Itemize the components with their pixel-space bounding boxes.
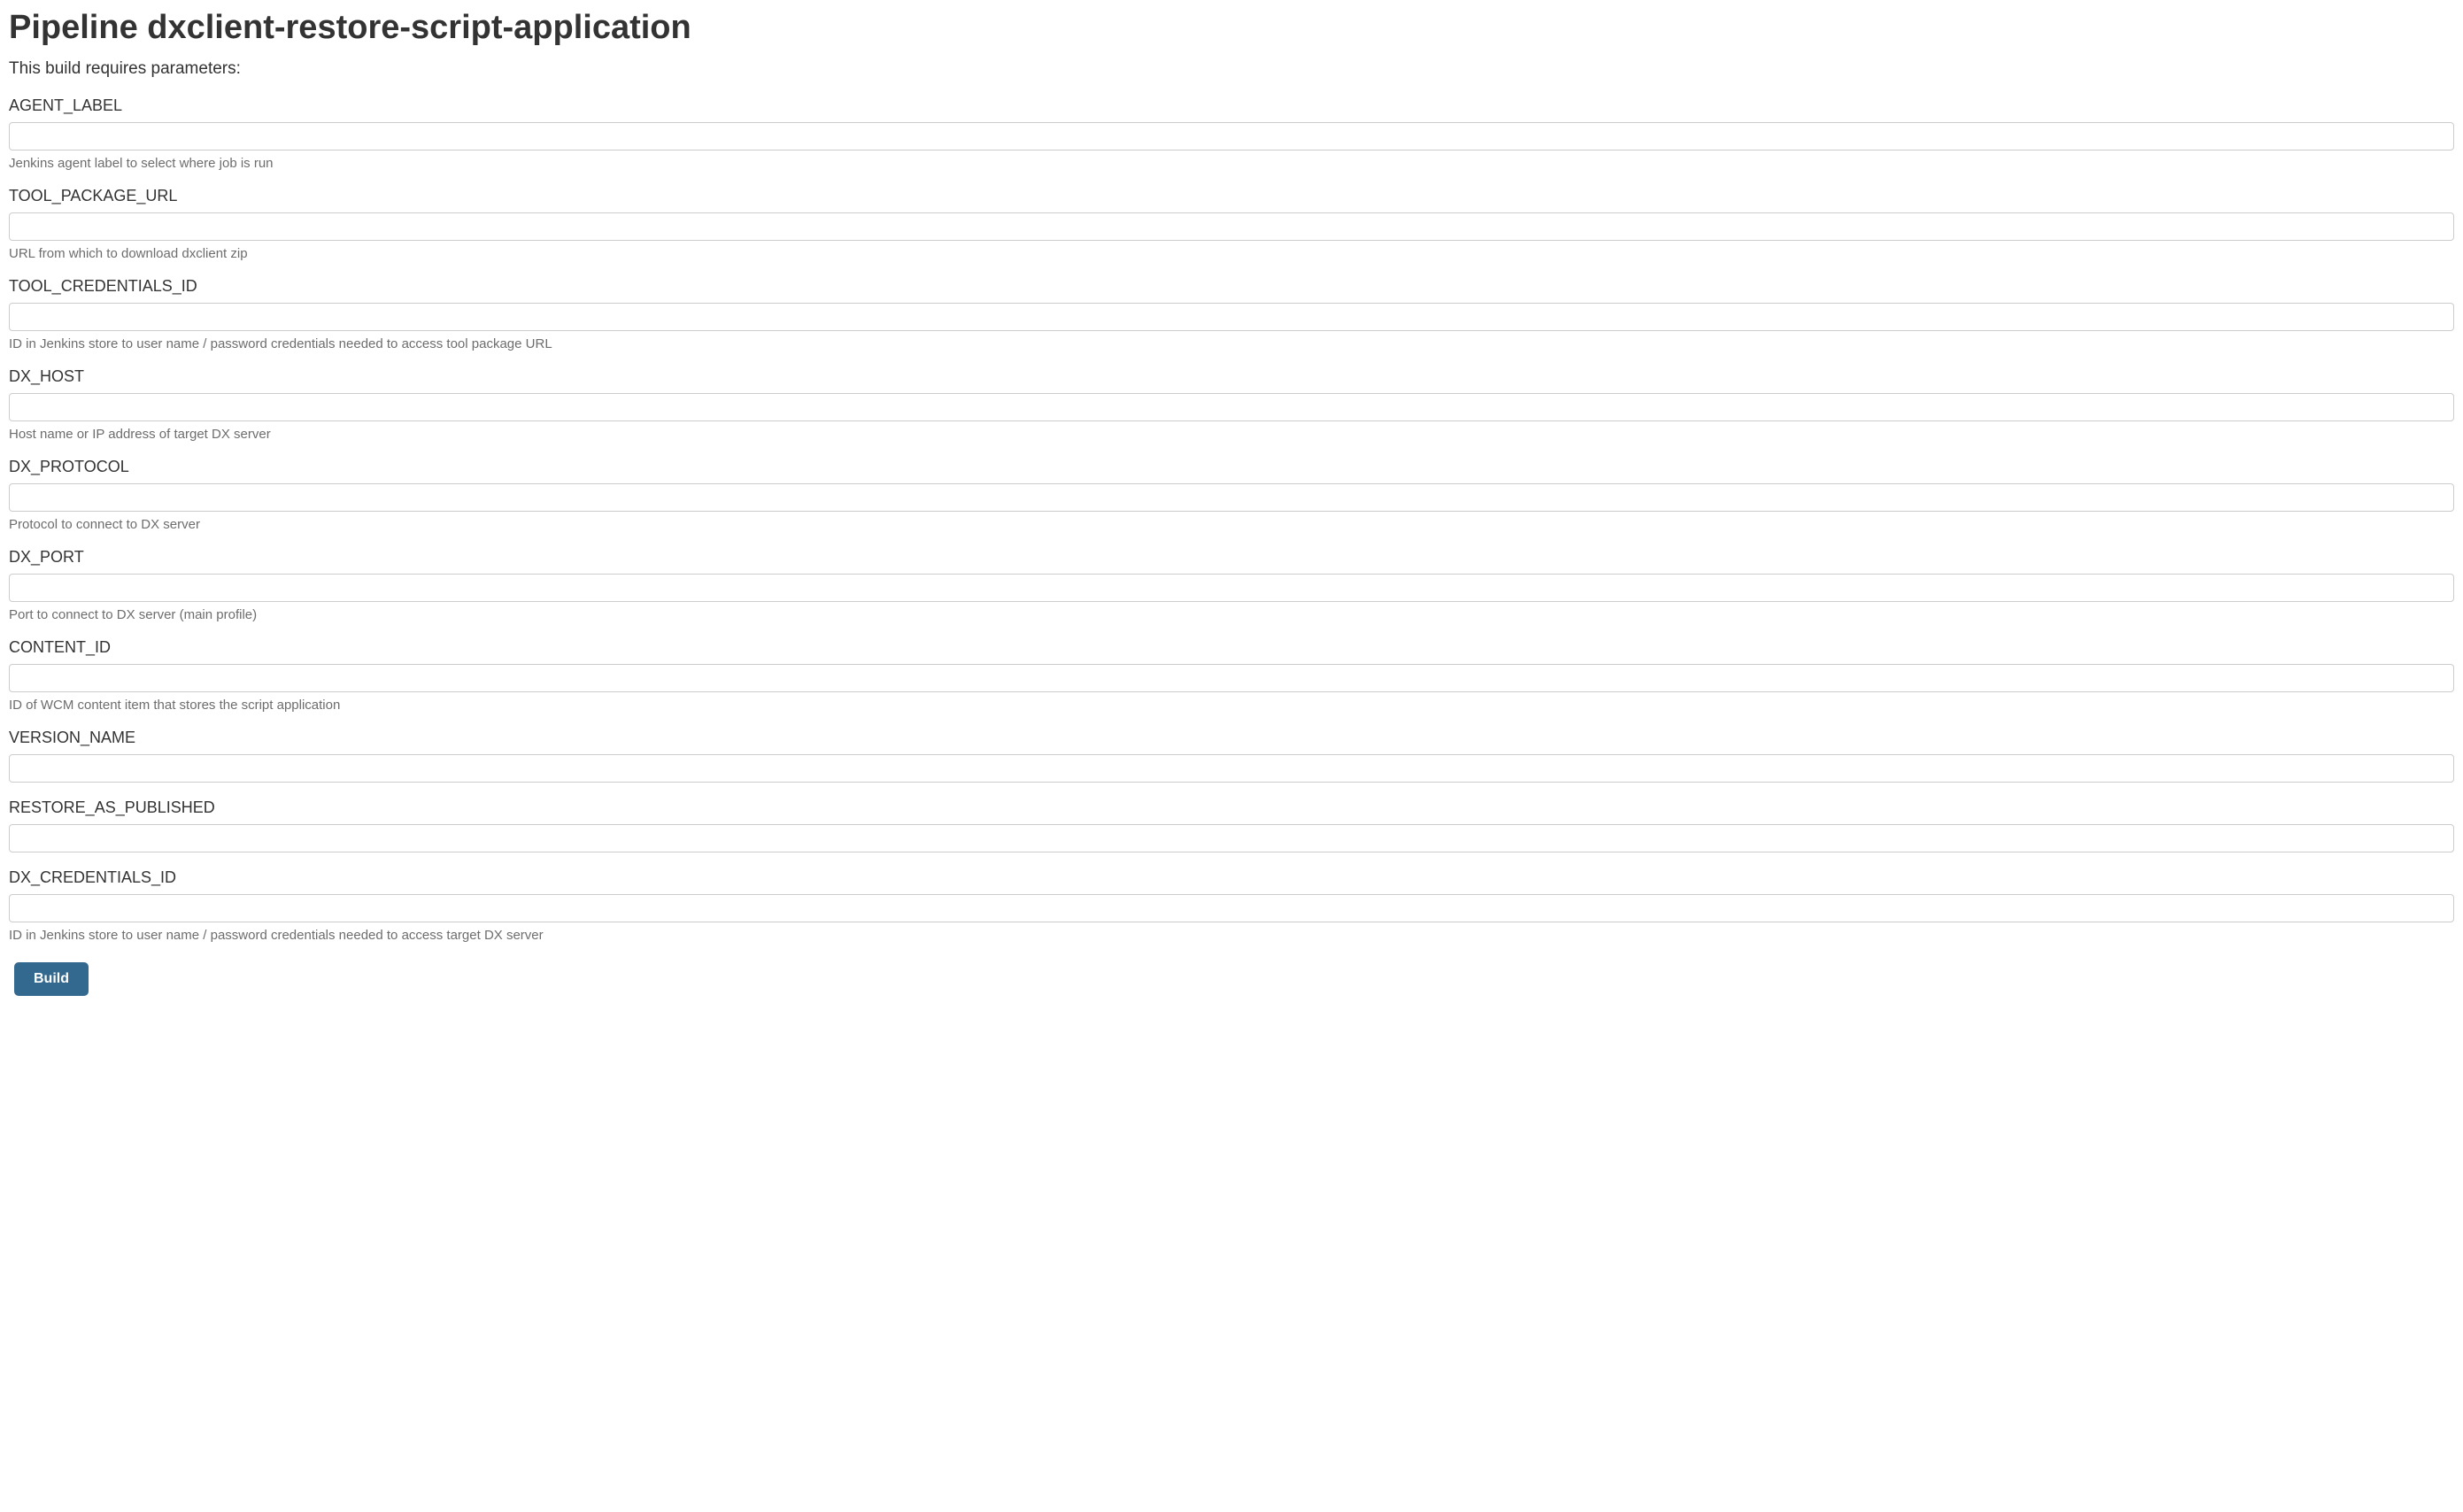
param-label-agent-label: AGENT_LABEL <box>9 96 2454 115</box>
param-label-dx-protocol: DX_PROTOCOL <box>9 458 2454 476</box>
param-help-content-id: ID of WCM content item that stores the s… <box>9 698 2454 713</box>
param-label-dx-host: DX_HOST <box>9 367 2454 386</box>
param-label-version-name: VERSION_NAME <box>9 729 2454 747</box>
param-dx-credentials-id: DX_CREDENTIALS_ID ID in Jenkins store to… <box>9 868 2454 943</box>
param-label-restore-as-published: RESTORE_AS_PUBLISHED <box>9 798 2454 817</box>
param-agent-label: AGENT_LABEL Jenkins agent label to selec… <box>9 96 2454 171</box>
page-subtitle: This build requires parameters: <box>9 59 2454 79</box>
param-help-dx-port: Port to connect to DX server (main profi… <box>9 607 2454 622</box>
param-version-name: VERSION_NAME <box>9 729 2454 783</box>
param-dx-protocol: DX_PROTOCOL Protocol to connect to DX se… <box>9 458 2454 532</box>
content-id-input[interactable] <box>9 664 2454 692</box>
param-tool-credentials-id: TOOL_CREDENTIALS_ID ID in Jenkins store … <box>9 277 2454 351</box>
tool-credentials-id-input[interactable] <box>9 303 2454 331</box>
param-label-content-id: CONTENT_ID <box>9 638 2454 657</box>
param-help-dx-host: Host name or IP address of target DX ser… <box>9 427 2454 442</box>
param-tool-package-url: TOOL_PACKAGE_URL URL from which to downl… <box>9 187 2454 261</box>
param-label-dx-port: DX_PORT <box>9 548 2454 567</box>
build-button[interactable]: Build <box>14 962 89 996</box>
dx-protocol-input[interactable] <box>9 483 2454 512</box>
dx-host-input[interactable] <box>9 393 2454 421</box>
param-label-dx-credentials-id: DX_CREDENTIALS_ID <box>9 868 2454 887</box>
param-dx-port: DX_PORT Port to connect to DX server (ma… <box>9 548 2454 622</box>
version-name-input[interactable] <box>9 754 2454 783</box>
agent-label-input[interactable] <box>9 122 2454 150</box>
page-title: Pipeline dxclient-restore-script-applica… <box>9 9 2454 47</box>
dx-credentials-id-input[interactable] <box>9 894 2454 922</box>
dx-port-input[interactable] <box>9 574 2454 602</box>
param-help-dx-protocol: Protocol to connect to DX server <box>9 517 2454 532</box>
param-content-id: CONTENT_ID ID of WCM content item that s… <box>9 638 2454 713</box>
param-restore-as-published: RESTORE_AS_PUBLISHED <box>9 798 2454 852</box>
param-help-dx-credentials-id: ID in Jenkins store to user name / passw… <box>9 928 2454 943</box>
param-help-agent-label: Jenkins agent label to select where job … <box>9 156 2454 171</box>
param-label-tool-package-url: TOOL_PACKAGE_URL <box>9 187 2454 205</box>
param-help-tool-package-url: URL from which to download dxclient zip <box>9 246 2454 261</box>
param-help-tool-credentials-id: ID in Jenkins store to user name / passw… <box>9 336 2454 351</box>
param-dx-host: DX_HOST Host name or IP address of targe… <box>9 367 2454 442</box>
param-label-tool-credentials-id: TOOL_CREDENTIALS_ID <box>9 277 2454 296</box>
restore-as-published-input[interactable] <box>9 824 2454 852</box>
tool-package-url-input[interactable] <box>9 212 2454 241</box>
